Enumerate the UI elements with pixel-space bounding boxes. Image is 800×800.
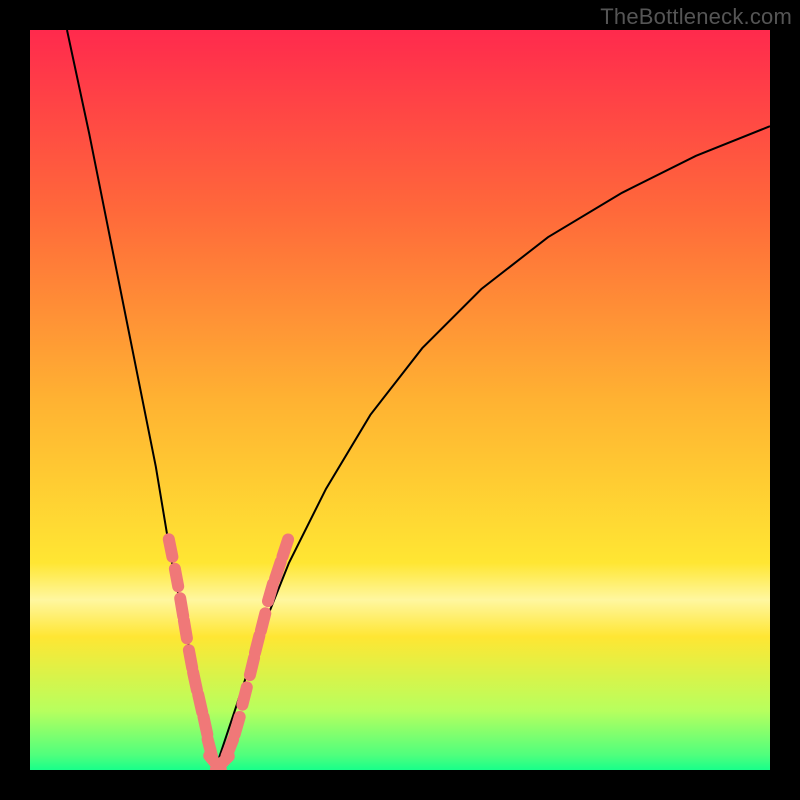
marker-point (250, 658, 254, 675)
marker-point (242, 687, 246, 704)
marker-point (175, 569, 178, 587)
watermark-text: TheBottleneck.com (600, 4, 792, 30)
marker-point (180, 598, 183, 616)
marker-point (227, 739, 234, 756)
marker-point (235, 717, 240, 734)
marker-point (184, 621, 187, 639)
marker-point (198, 695, 202, 713)
marker-point (169, 539, 173, 557)
curve-right-branch (215, 126, 770, 770)
marker-point (261, 613, 265, 630)
marker-point (189, 650, 192, 668)
marker-point (283, 540, 289, 557)
marker-point (255, 636, 259, 653)
marker-group (169, 539, 288, 769)
marker-point (275, 562, 281, 579)
chart-frame: TheBottleneck.com (0, 0, 800, 800)
curve-layer (30, 30, 770, 770)
plot-area (30, 30, 770, 770)
marker-point (268, 584, 273, 601)
marker-point (193, 672, 197, 690)
marker-point (204, 717, 208, 735)
